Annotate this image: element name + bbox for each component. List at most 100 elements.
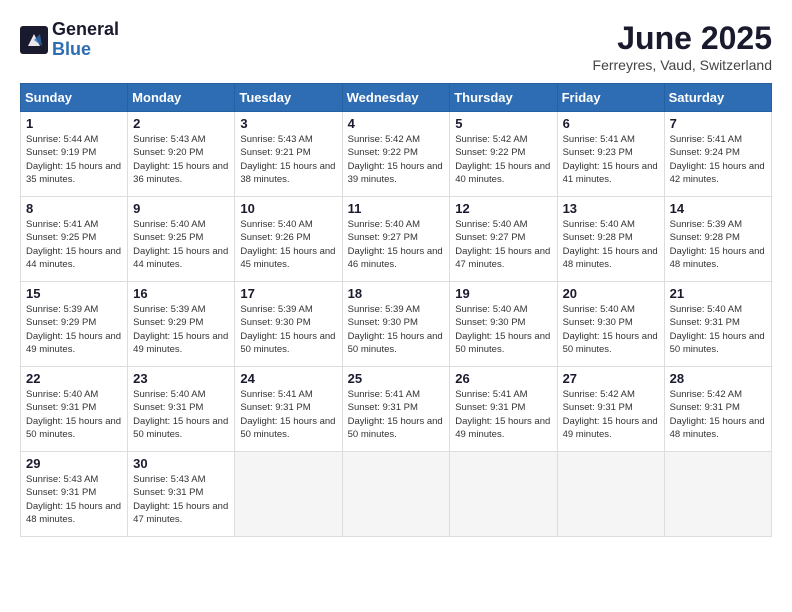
logo: General Blue [20,20,119,60]
day-number: 14 [670,201,766,216]
calendar-cell: 7 Sunrise: 5:41 AMSunset: 9:24 PMDayligh… [664,112,771,197]
calendar-cell: 21 Sunrise: 5:40 AMSunset: 9:31 PMDaylig… [664,282,771,367]
calendar-cell: 26 Sunrise: 5:41 AMSunset: 9:31 PMDaylig… [450,367,557,452]
calendar-cell [450,452,557,537]
day-number: 29 [26,456,122,471]
day-number: 26 [455,371,551,386]
calendar-week-row: 15 Sunrise: 5:39 AMSunset: 9:29 PMDaylig… [21,282,772,367]
day-info: Sunrise: 5:40 AMSunset: 9:31 PMDaylight:… [670,303,766,356]
location: Ferreyres, Vaud, Switzerland [593,57,772,73]
day-info: Sunrise: 5:39 AMSunset: 9:30 PMDaylight:… [240,303,336,356]
calendar-cell: 25 Sunrise: 5:41 AMSunset: 9:31 PMDaylig… [342,367,450,452]
day-number: 11 [348,201,445,216]
day-number: 20 [563,286,659,301]
logo-general: General [52,20,119,40]
day-info: Sunrise: 5:41 AMSunset: 9:31 PMDaylight:… [348,388,445,441]
day-info: Sunrise: 5:40 AMSunset: 9:25 PMDaylight:… [133,218,229,271]
day-number: 3 [240,116,336,131]
day-number: 13 [563,201,659,216]
day-number: 8 [26,201,122,216]
calendar-cell: 18 Sunrise: 5:39 AMSunset: 9:30 PMDaylig… [342,282,450,367]
day-info: Sunrise: 5:40 AMSunset: 9:26 PMDaylight:… [240,218,336,271]
calendar-table: SundayMondayTuesdayWednesdayThursdayFrid… [20,83,772,537]
day-number: 17 [240,286,336,301]
calendar-cell: 8 Sunrise: 5:41 AMSunset: 9:25 PMDayligh… [21,197,128,282]
day-number: 25 [348,371,445,386]
day-number: 19 [455,286,551,301]
calendar-cell: 3 Sunrise: 5:43 AMSunset: 9:21 PMDayligh… [235,112,342,197]
day-info: Sunrise: 5:42 AMSunset: 9:31 PMDaylight:… [670,388,766,441]
day-info: Sunrise: 5:40 AMSunset: 9:30 PMDaylight:… [455,303,551,356]
day-number: 4 [348,116,445,131]
calendar-cell [664,452,771,537]
day-number: 21 [670,286,766,301]
day-number: 10 [240,201,336,216]
day-info: Sunrise: 5:39 AMSunset: 9:29 PMDaylight:… [26,303,122,356]
day-number: 28 [670,371,766,386]
day-number: 2 [133,116,229,131]
day-info: Sunrise: 5:43 AMSunset: 9:21 PMDaylight:… [240,133,336,186]
day-header-sunday: Sunday [21,84,128,112]
day-info: Sunrise: 5:40 AMSunset: 9:31 PMDaylight:… [26,388,122,441]
day-number: 5 [455,116,551,131]
day-number: 24 [240,371,336,386]
day-info: Sunrise: 5:40 AMSunset: 9:27 PMDaylight:… [455,218,551,271]
day-number: 22 [26,371,122,386]
calendar-cell: 5 Sunrise: 5:42 AMSunset: 9:22 PMDayligh… [450,112,557,197]
day-number: 23 [133,371,229,386]
page-header: General Blue June 2025 Ferreyres, Vaud, … [20,20,772,73]
calendar-week-row: 22 Sunrise: 5:40 AMSunset: 9:31 PMDaylig… [21,367,772,452]
calendar-cell: 11 Sunrise: 5:40 AMSunset: 9:27 PMDaylig… [342,197,450,282]
day-info: Sunrise: 5:43 AMSunset: 9:31 PMDaylight:… [133,473,229,526]
day-info: Sunrise: 5:42 AMSunset: 9:22 PMDaylight:… [455,133,551,186]
calendar-cell: 29 Sunrise: 5:43 AMSunset: 9:31 PMDaylig… [21,452,128,537]
day-number: 12 [455,201,551,216]
calendar-cell: 28 Sunrise: 5:42 AMSunset: 9:31 PMDaylig… [664,367,771,452]
day-info: Sunrise: 5:43 AMSunset: 9:31 PMDaylight:… [26,473,122,526]
calendar-cell: 17 Sunrise: 5:39 AMSunset: 9:30 PMDaylig… [235,282,342,367]
day-info: Sunrise: 5:41 AMSunset: 9:24 PMDaylight:… [670,133,766,186]
day-info: Sunrise: 5:40 AMSunset: 9:28 PMDaylight:… [563,218,659,271]
day-number: 15 [26,286,122,301]
logo-blue: Blue [52,40,119,60]
calendar-cell: 20 Sunrise: 5:40 AMSunset: 9:30 PMDaylig… [557,282,664,367]
day-header-friday: Friday [557,84,664,112]
calendar-week-row: 29 Sunrise: 5:43 AMSunset: 9:31 PMDaylig… [21,452,772,537]
calendar-cell: 16 Sunrise: 5:39 AMSunset: 9:29 PMDaylig… [128,282,235,367]
day-info: Sunrise: 5:39 AMSunset: 9:30 PMDaylight:… [348,303,445,356]
day-header-wednesday: Wednesday [342,84,450,112]
title-area: June 2025 Ferreyres, Vaud, Switzerland [593,20,772,73]
day-info: Sunrise: 5:44 AMSunset: 9:19 PMDaylight:… [26,133,122,186]
calendar-cell: 12 Sunrise: 5:40 AMSunset: 9:27 PMDaylig… [450,197,557,282]
calendar-cell: 27 Sunrise: 5:42 AMSunset: 9:31 PMDaylig… [557,367,664,452]
calendar-cell: 14 Sunrise: 5:39 AMSunset: 9:28 PMDaylig… [664,197,771,282]
day-info: Sunrise: 5:41 AMSunset: 9:25 PMDaylight:… [26,218,122,271]
calendar-header-row: SundayMondayTuesdayWednesdayThursdayFrid… [21,84,772,112]
day-header-thursday: Thursday [450,84,557,112]
day-info: Sunrise: 5:39 AMSunset: 9:28 PMDaylight:… [670,218,766,271]
day-header-tuesday: Tuesday [235,84,342,112]
calendar-cell: 30 Sunrise: 5:43 AMSunset: 9:31 PMDaylig… [128,452,235,537]
day-number: 7 [670,116,766,131]
logo-text: General Blue [52,20,119,60]
day-info: Sunrise: 5:43 AMSunset: 9:20 PMDaylight:… [133,133,229,186]
calendar-cell [342,452,450,537]
calendar-cell [235,452,342,537]
day-info: Sunrise: 5:40 AMSunset: 9:27 PMDaylight:… [348,218,445,271]
calendar-week-row: 8 Sunrise: 5:41 AMSunset: 9:25 PMDayligh… [21,197,772,282]
day-info: Sunrise: 5:40 AMSunset: 9:30 PMDaylight:… [563,303,659,356]
calendar-cell: 15 Sunrise: 5:39 AMSunset: 9:29 PMDaylig… [21,282,128,367]
day-info: Sunrise: 5:41 AMSunset: 9:31 PMDaylight:… [240,388,336,441]
day-info: Sunrise: 5:41 AMSunset: 9:31 PMDaylight:… [455,388,551,441]
day-info: Sunrise: 5:42 AMSunset: 9:31 PMDaylight:… [563,388,659,441]
calendar-cell: 2 Sunrise: 5:43 AMSunset: 9:20 PMDayligh… [128,112,235,197]
calendar-cell: 4 Sunrise: 5:42 AMSunset: 9:22 PMDayligh… [342,112,450,197]
calendar-cell: 19 Sunrise: 5:40 AMSunset: 9:30 PMDaylig… [450,282,557,367]
calendar-cell: 6 Sunrise: 5:41 AMSunset: 9:23 PMDayligh… [557,112,664,197]
day-info: Sunrise: 5:40 AMSunset: 9:31 PMDaylight:… [133,388,229,441]
calendar-cell: 9 Sunrise: 5:40 AMSunset: 9:25 PMDayligh… [128,197,235,282]
calendar-cell: 10 Sunrise: 5:40 AMSunset: 9:26 PMDaylig… [235,197,342,282]
day-number: 27 [563,371,659,386]
day-number: 1 [26,116,122,131]
day-header-monday: Monday [128,84,235,112]
